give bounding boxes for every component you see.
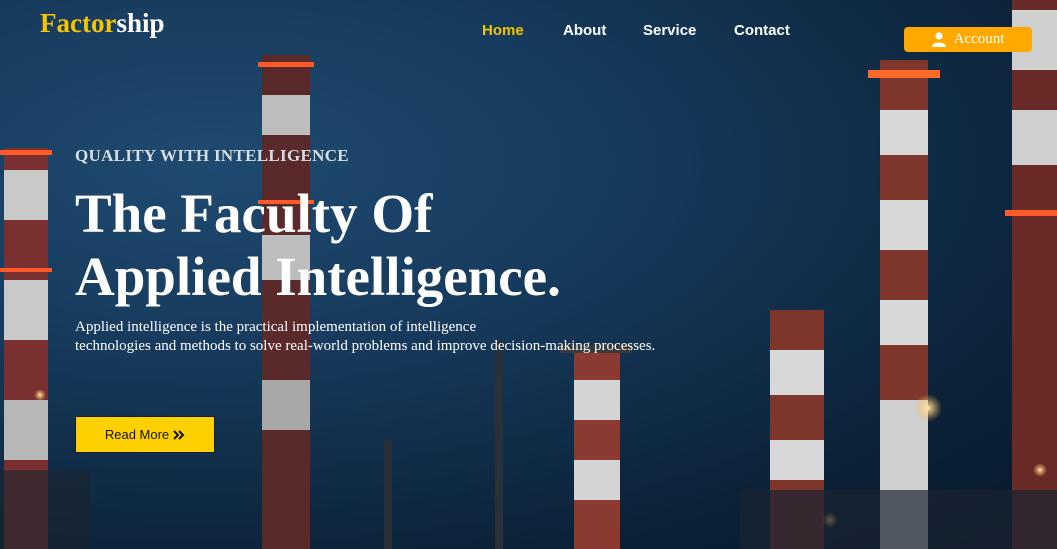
nav-home[interactable]: Home: [482, 22, 524, 39]
nav-contact[interactable]: Contact: [734, 22, 790, 39]
brand-logo[interactable]: Factorship: [40, 8, 165, 39]
hero-description: Applied intelligence is the practical im…: [75, 318, 715, 356]
hero-headline: The Faculty Of Applied Intelligence.: [75, 182, 561, 308]
hero-description-line1: Applied intelligence is the practical im…: [75, 319, 477, 335]
hero-description-line2: technologies and methods to solve real-w…: [75, 338, 656, 354]
hero-headline-line2: Applied Intelligence.: [75, 246, 561, 307]
read-more-button[interactable]: Read More: [75, 416, 215, 453]
hero-eyebrow: QUALITY WITH INTELLIGENCE: [75, 146, 349, 165]
account-button[interactable]: Account: [904, 27, 1032, 52]
nav-about[interactable]: About: [563, 22, 606, 39]
brand-logo-part2: ship: [116, 8, 165, 38]
hero-section: Factorship Home About Service Contact Ac…: [0, 0, 1057, 549]
account-button-label: Account: [953, 31, 1005, 47]
nav-service[interactable]: Service: [643, 22, 696, 39]
brand-logo-part1: Factor: [40, 8, 117, 38]
user-icon: [931, 32, 946, 47]
double-chevron-right-icon: [173, 429, 185, 440]
read-more-label: Read More: [104, 427, 170, 442]
hero-headline-line1: The Faculty Of: [75, 183, 433, 244]
